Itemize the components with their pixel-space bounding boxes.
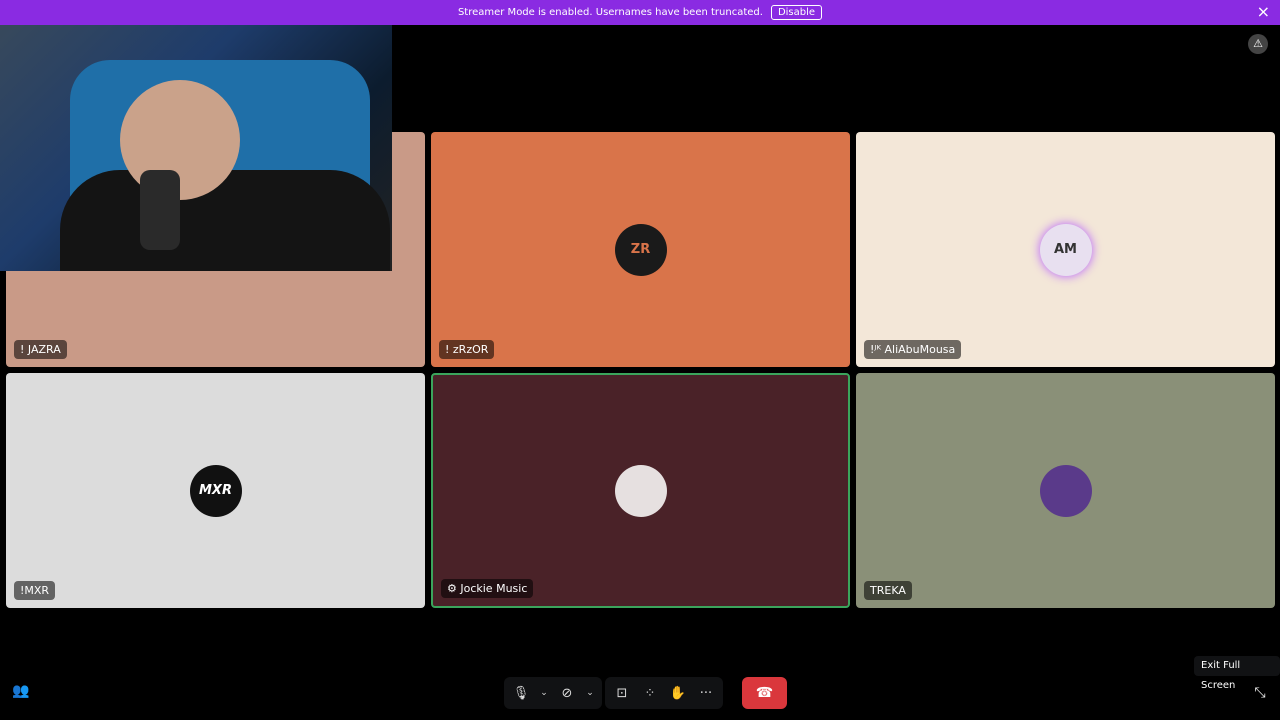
- chevron-down-icon[interactable]: ⌄: [538, 682, 550, 704]
- person-body: [60, 170, 390, 271]
- screen-share-icon[interactable]: ⊡: [611, 682, 633, 704]
- disconnect-button[interactable]: ☎: [742, 677, 787, 709]
- participant-tile-jockie-music[interactable]: ⚙ Jockie Music: [431, 373, 850, 608]
- notification-icon[interactable]: ⚠: [1248, 34, 1268, 54]
- phone-hangup-icon: ☎: [755, 685, 774, 701]
- audio-video-controls: 🎙 ⌄ ⊘ ⌄: [504, 677, 602, 709]
- avatar: ZR: [614, 223, 667, 276]
- invite-user-icon[interactable]: 👥: [12, 682, 30, 700]
- soundboard-icon[interactable]: ✋: [667, 682, 689, 704]
- participant-tile-zrzor[interactable]: ZR ! zRzOR: [431, 132, 850, 367]
- more-options-icon[interactable]: ···: [695, 682, 717, 704]
- participant-name: ! zRzOR: [439, 340, 495, 359]
- participant-name: !MXR: [14, 581, 56, 600]
- camera-off-icon[interactable]: ⊘: [556, 682, 578, 704]
- chevron-down-icon[interactable]: ⌄: [584, 682, 596, 704]
- avatar: [614, 464, 667, 517]
- bot-icon: ⚙: [447, 582, 461, 595]
- participant-name: ⚙ Jockie Music: [441, 579, 534, 598]
- activities-icon[interactable]: ⁘: [639, 682, 661, 704]
- exit-fullscreen-icon[interactable]: ⤡: [1250, 683, 1270, 703]
- avatar: AM: [1039, 223, 1092, 276]
- mic-icon[interactable]: 🎙: [510, 682, 532, 704]
- avatar: MXR: [189, 464, 242, 517]
- microphone: [140, 170, 180, 250]
- streamer-mode-banner: Streamer Mode is enabled. Usernames have…: [0, 0, 1280, 25]
- tooltip: Exit Full Screen: [1194, 656, 1280, 691]
- disable-button[interactable]: Disable: [770, 5, 823, 20]
- participant-name: TREKA: [864, 581, 912, 600]
- close-icon[interactable]: ×: [1257, 3, 1270, 21]
- person-head: [120, 80, 240, 200]
- activity-controls: ⊡ ⁘ ✋ ···: [605, 677, 723, 709]
- banner-message: Streamer Mode is enabled. Usernames have…: [457, 7, 763, 18]
- participant-name: ! JAZRA: [14, 340, 67, 359]
- avatar: [1039, 464, 1092, 517]
- participant-tile-mxr[interactable]: MXR !MXR: [6, 373, 425, 608]
- participant-tile-treka[interactable]: TREKA: [856, 373, 1275, 608]
- participant-tile-aliabumousa[interactable]: AM !ᴶᴷ AliAbuMousa: [856, 132, 1275, 367]
- streamer-webcam-overlay: [0, 0, 392, 271]
- participant-name: !ᴶᴷ AliAbuMousa: [864, 340, 962, 359]
